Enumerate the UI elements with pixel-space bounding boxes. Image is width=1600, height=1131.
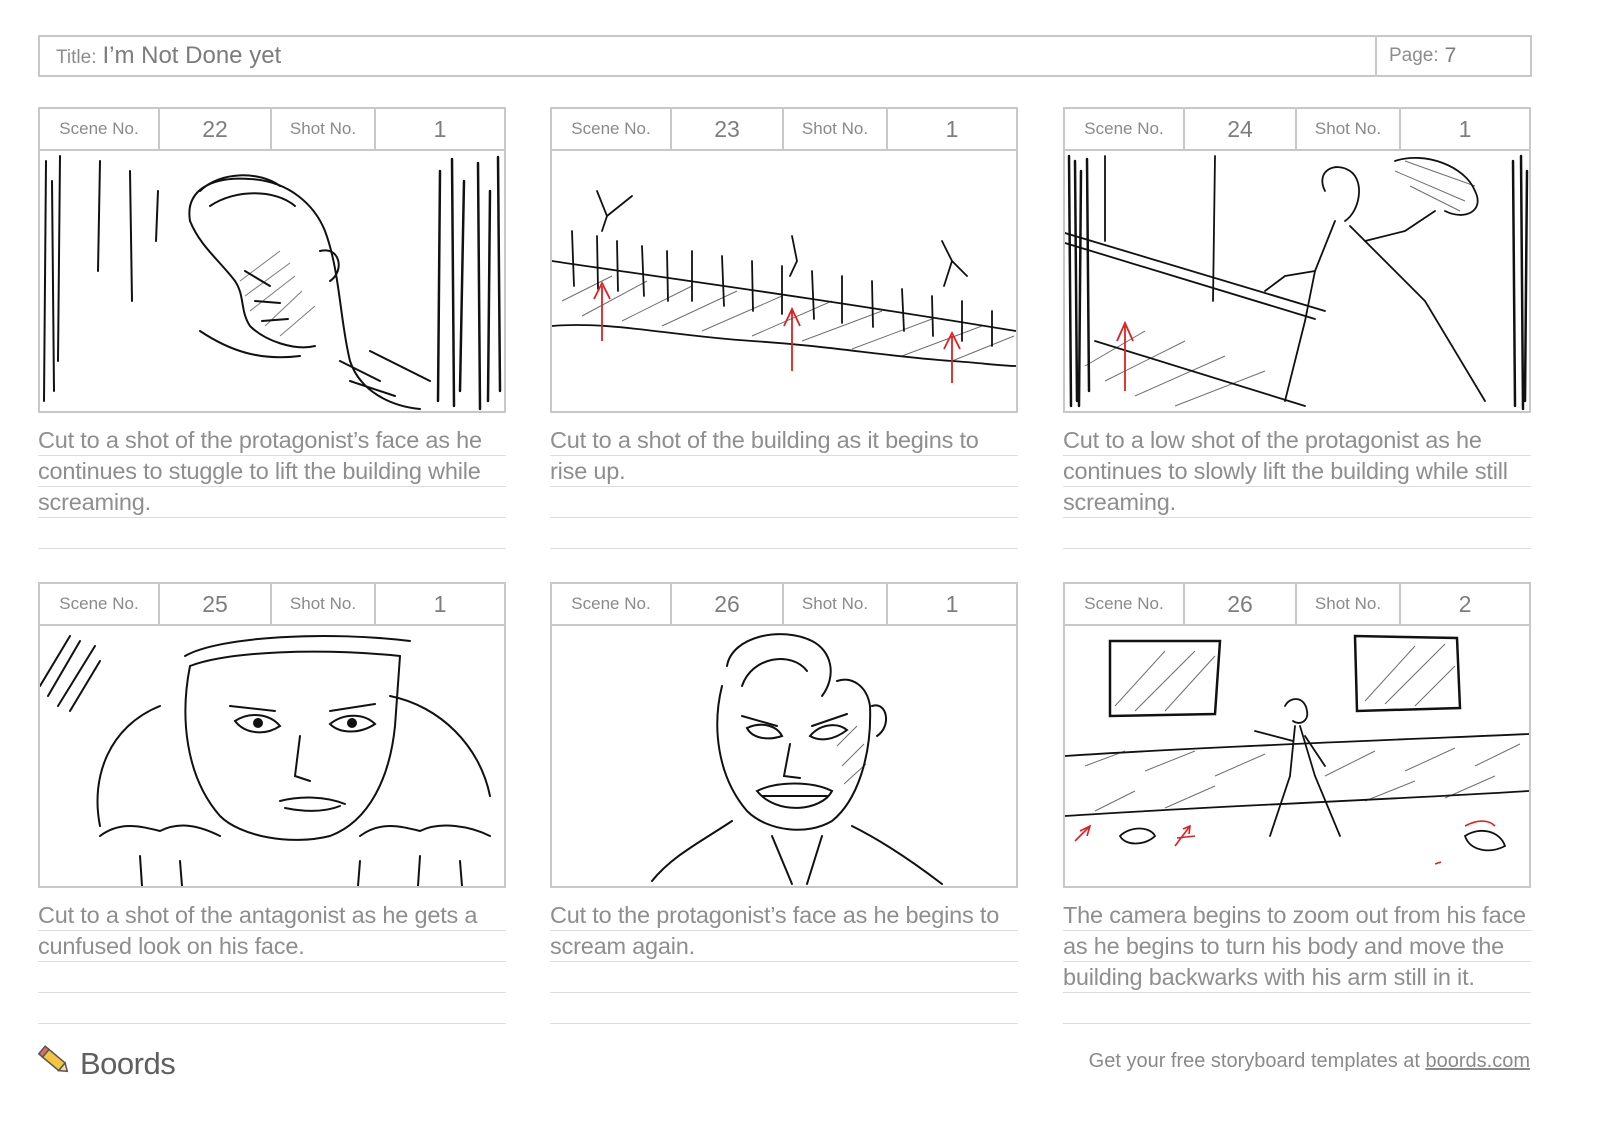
scene-number[interactable]: 22 xyxy=(160,109,272,149)
shot-number[interactable]: 1 xyxy=(888,109,1016,149)
panel-caption[interactable]: Cut to a shot of the antagonist as he ge… xyxy=(38,900,506,1024)
panel-caption[interactable]: Cut to a low shot of the protagonist as … xyxy=(1063,425,1531,549)
shot-label: Shot No. xyxy=(1297,109,1401,149)
panel-caption[interactable]: Cut to a shot of the protagonist’s face … xyxy=(38,425,506,549)
panel-sketch-frame[interactable] xyxy=(1063,626,1531,888)
scene-label: Scene No. xyxy=(1065,109,1185,149)
panel-caption[interactable]: The camera begins to zoom out from his f… xyxy=(1063,900,1531,1024)
scene-label: Scene No. xyxy=(552,584,672,624)
storyboard-panel: Scene No. 22 Shot No. 1 Cut to a shot of… xyxy=(38,107,506,549)
shot-label: Shot No. xyxy=(272,109,376,149)
sketch-antagonist-face xyxy=(40,635,491,886)
scene-label: Scene No. xyxy=(1065,584,1185,624)
shot-number[interactable]: 1 xyxy=(376,584,504,624)
panel-header: Scene No. 26 Shot No. 1 xyxy=(550,582,1018,626)
panel-sketch-frame[interactable] xyxy=(38,626,506,888)
panel-header: Scene No. 24 Shot No. 1 xyxy=(1063,107,1531,151)
scene-number[interactable]: 26 xyxy=(672,584,784,624)
sketch-protagonist-screaming xyxy=(651,633,943,885)
scene-label: Scene No. xyxy=(40,584,160,624)
shot-number[interactable]: 1 xyxy=(1401,109,1529,149)
panel-sketch-frame[interactable] xyxy=(550,626,1018,888)
sketch-low-angle-lift xyxy=(1065,154,1529,411)
panel-sketch-frame[interactable] xyxy=(1063,151,1531,413)
shot-number[interactable]: 1 xyxy=(376,109,504,149)
title-field[interactable]: Title: I’m Not Done yet xyxy=(40,42,1375,70)
caption-text: The camera begins to zoom out from his f… xyxy=(1063,902,1526,990)
storyboard-panel: Scene No. 25 Shot No. 1 Cut to a shot of… xyxy=(38,582,506,1024)
panel-header: Scene No. 25 Shot No. 1 xyxy=(38,582,506,626)
title-bar: Title: I’m Not Done yet Page: 7 xyxy=(38,35,1532,77)
footer-note-text: Get your free storyboard templates at xyxy=(1088,1050,1420,1072)
sketch-zoom-out-wide xyxy=(1065,634,1529,865)
sketch-building-rising xyxy=(552,190,1016,383)
scene-number[interactable]: 23 xyxy=(672,109,784,149)
shot-number[interactable]: 1 xyxy=(888,584,1016,624)
scene-number[interactable]: 26 xyxy=(1185,584,1297,624)
scene-label: Scene No. xyxy=(40,109,160,149)
panel-header: Scene No. 22 Shot No. 1 xyxy=(38,107,506,151)
footer-note: Get your free storyboard templates at bo… xyxy=(1089,1050,1530,1073)
shot-label: Shot No. xyxy=(1297,584,1401,624)
caption-text: Cut to a shot of the protagonist’s face … xyxy=(38,427,482,515)
storyboard-panel: Scene No. 26 Shot No. 1 Cut to the prota… xyxy=(550,582,1018,1024)
panel-caption[interactable]: Cut to a shot of the building as it begi… xyxy=(550,425,1018,549)
title-label: Title: xyxy=(56,47,97,68)
shot-number[interactable]: 2 xyxy=(1401,584,1529,624)
scene-number[interactable]: 25 xyxy=(160,584,272,624)
page-label: Page: xyxy=(1389,45,1439,66)
storyboard-panel: Scene No. 26 Shot No. 2 The camera begin… xyxy=(1063,582,1531,1024)
shot-label: Shot No. xyxy=(272,584,376,624)
storyboard-panel: Scene No. 23 Shot No. 1 Cut to a shot of… xyxy=(550,107,1018,549)
boords-link[interactable]: boords.com xyxy=(1426,1050,1531,1072)
panel-sketch-frame[interactable] xyxy=(550,151,1018,413)
scene-label: Scene No. xyxy=(552,109,672,149)
storyboard-panel: Scene No. 24 Shot No. 1 Cut to a low sho… xyxy=(1063,107,1531,549)
brand-name: Boords xyxy=(80,1045,176,1081)
caption-text: Cut to a shot of the antagonist as he ge… xyxy=(38,902,478,959)
page-value: 7 xyxy=(1444,44,1457,67)
shot-label: Shot No. xyxy=(784,109,888,149)
page-field[interactable]: Page: 7 xyxy=(1375,37,1530,75)
shot-label: Shot No. xyxy=(784,584,888,624)
sketch-protagonist-profile xyxy=(43,155,502,411)
panel-sketch-frame[interactable] xyxy=(38,151,506,413)
panel-header: Scene No. 23 Shot No. 1 xyxy=(550,107,1018,151)
panel-header: Scene No. 26 Shot No. 2 xyxy=(1063,582,1531,626)
caption-text: Cut to a low shot of the protagonist as … xyxy=(1063,427,1508,515)
caption-text: Cut to the protagonist’s face as he begi… xyxy=(550,902,1000,959)
caption-text: Cut to a shot of the building as it begi… xyxy=(550,427,979,484)
boords-logo[interactable]: Boords xyxy=(37,1044,176,1083)
scene-number[interactable]: 24 xyxy=(1185,109,1297,149)
pencil-icon xyxy=(37,1044,72,1083)
panel-caption[interactable]: Cut to the protagonist’s face as he begi… xyxy=(550,900,1018,1024)
title-value: I’m Not Done yet xyxy=(102,42,282,69)
